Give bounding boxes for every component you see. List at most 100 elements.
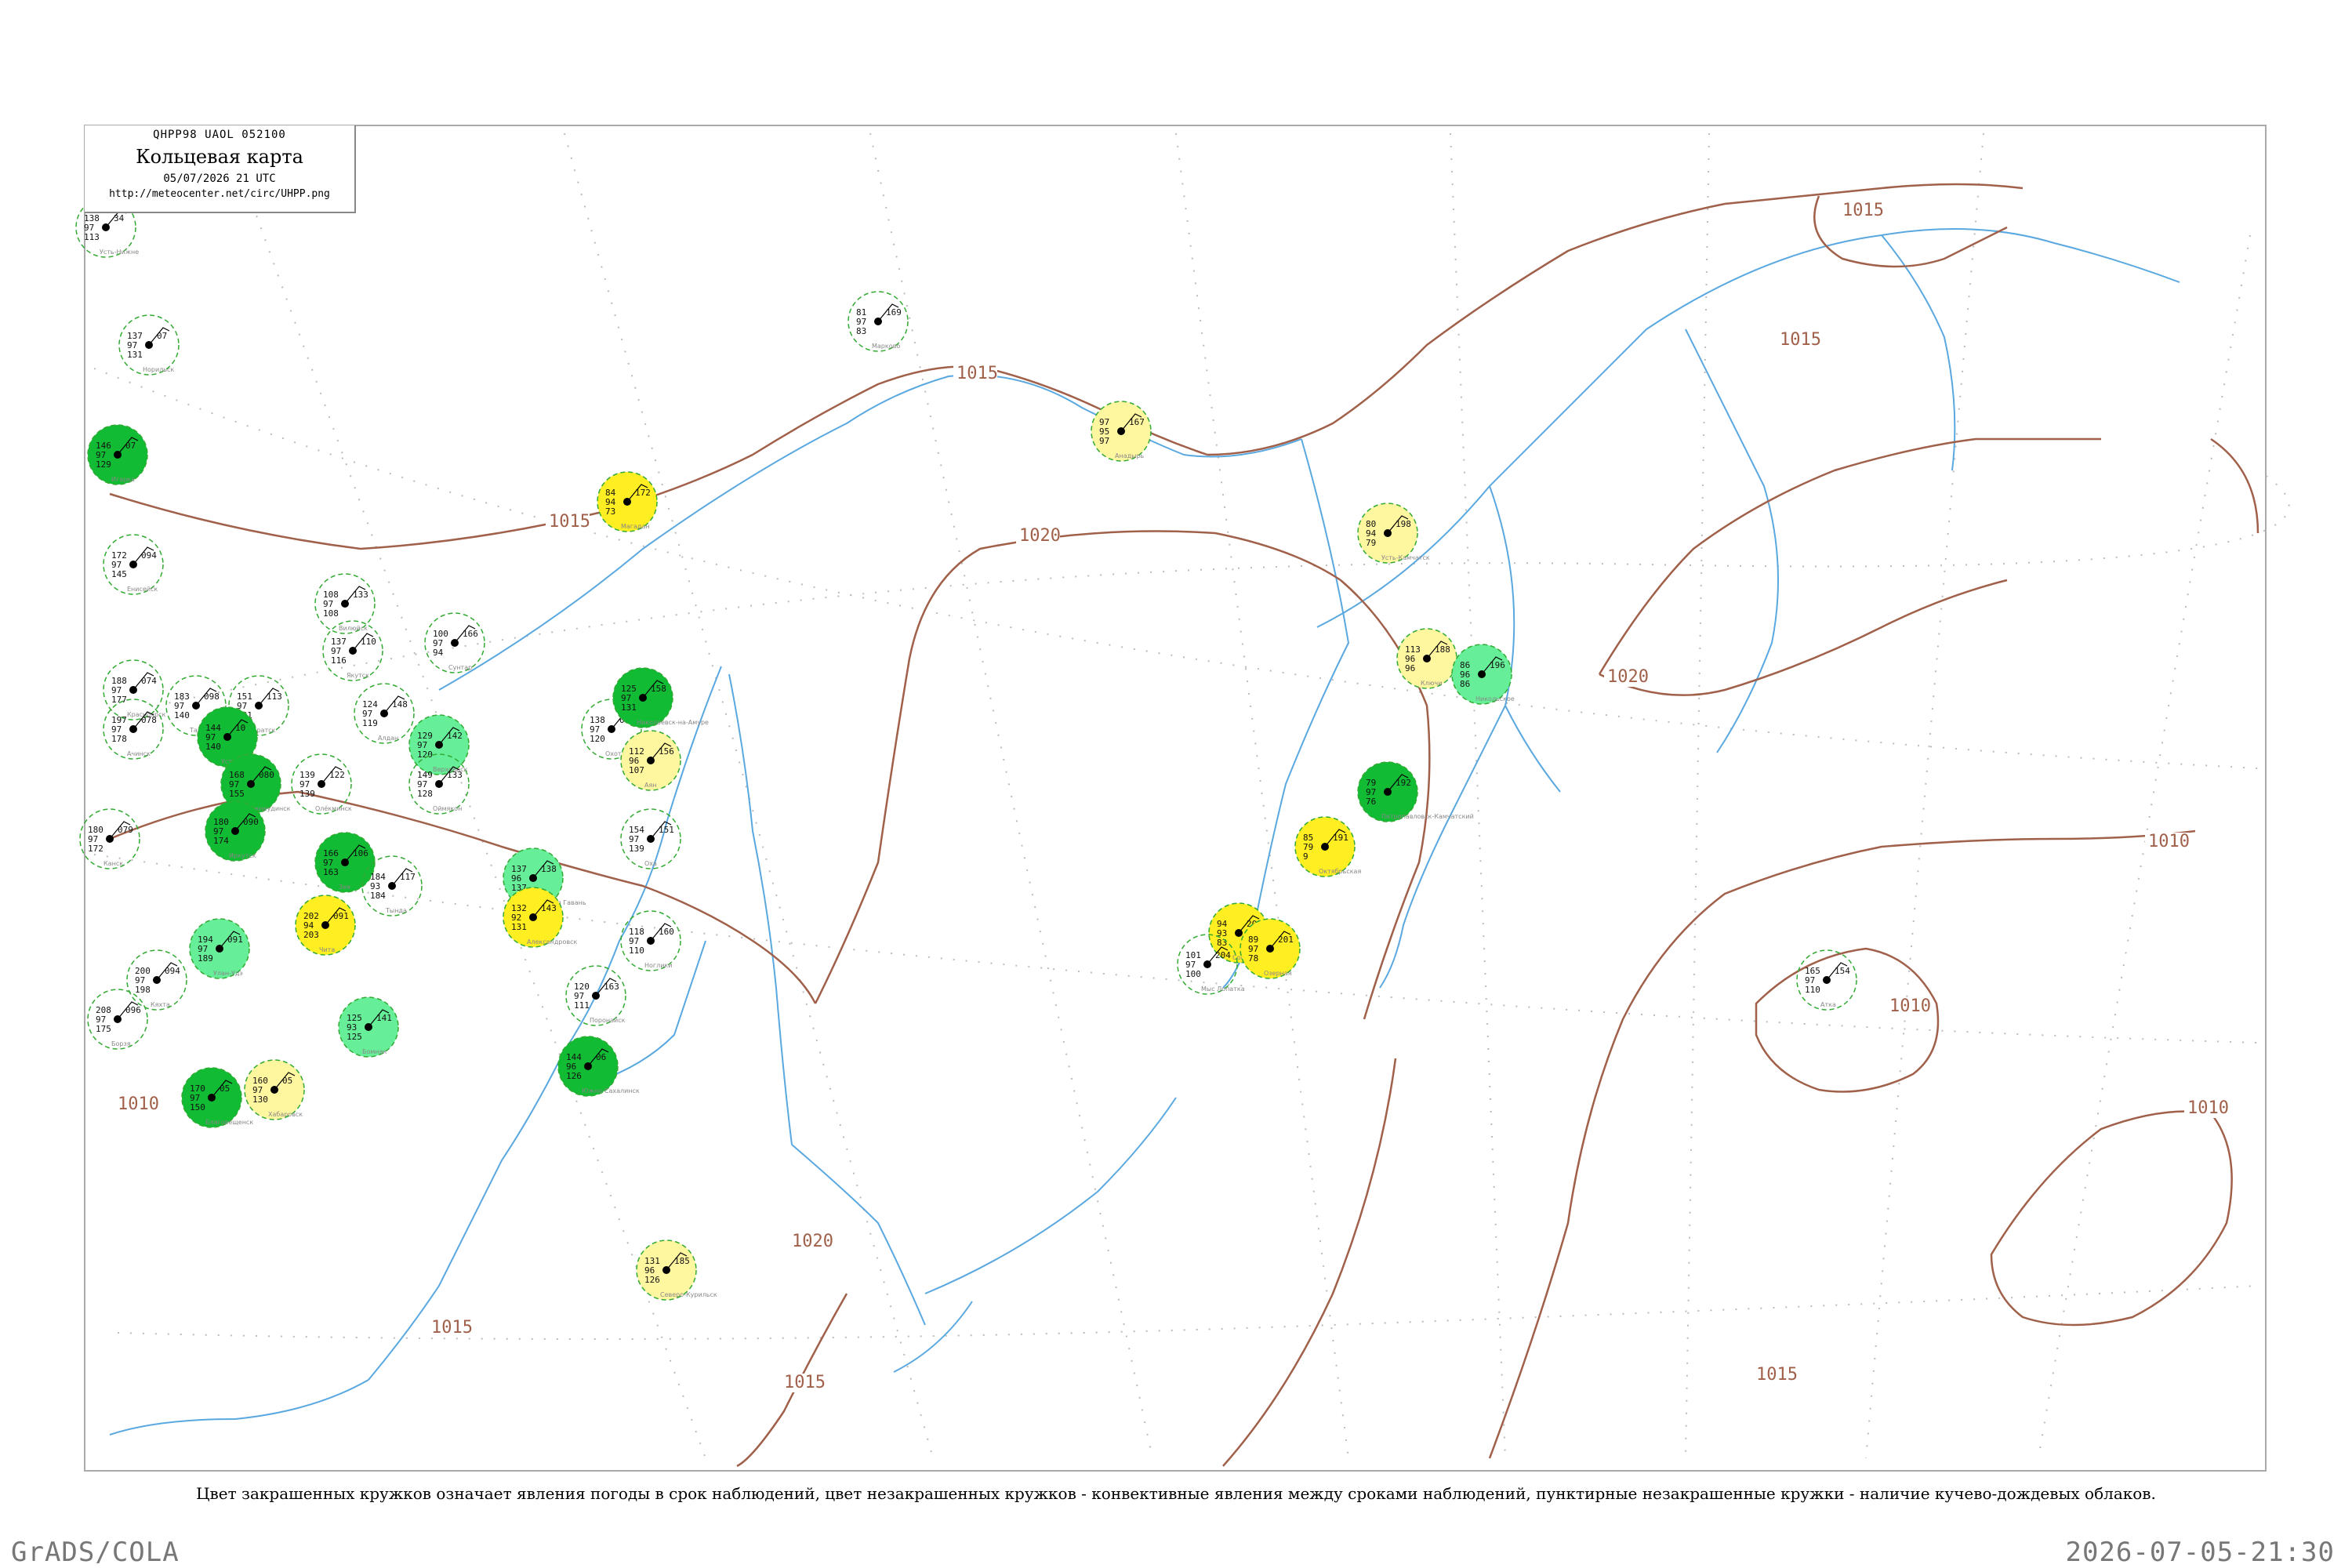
station-pressure: 05	[220, 1083, 230, 1094]
station-name: Якутск	[347, 672, 369, 679]
software-credit: GrADS/COLA	[11, 1537, 180, 1568]
station-dewpoint: 119	[362, 718, 378, 728]
station-pressure: 204	[1215, 950, 1231, 960]
isobar-label: 1010	[118, 1094, 159, 1114]
station-dewpoint: 175	[96, 1024, 111, 1034]
station-dewpoint: 131	[621, 702, 637, 713]
station-dewpoint: 73	[605, 506, 615, 517]
station-dewpoint: 131	[511, 922, 527, 932]
station-dewpoint: 130	[252, 1094, 268, 1105]
station-pressure: 158	[651, 684, 666, 694]
station-dewpoint: 97	[1099, 436, 1109, 446]
isobar-label: 1015	[1756, 1365, 1798, 1385]
station-dewpoint: 131	[127, 350, 143, 360]
station-name: Мыс Лопатка	[1201, 985, 1245, 993]
station-38: 84 1729473Магадан	[597, 471, 658, 532]
station-name: Усть-Нижне	[100, 249, 139, 256]
station-name: Марково	[872, 343, 900, 350]
station-dewpoint: 86	[1460, 679, 1470, 689]
station-pressure: 138	[541, 864, 557, 874]
station-pressure: 169	[886, 307, 902, 318]
map-datetime: 05/07/2026 21 UTC	[163, 172, 276, 185]
station-dewpoint: 163	[323, 867, 339, 877]
station-dewpoint: 155	[229, 789, 245, 799]
isobar-label: 1015	[956, 364, 998, 383]
station-name: Норильск	[143, 366, 174, 373]
station-pressure: 148	[392, 699, 408, 710]
station-name: Игарка	[111, 476, 135, 483]
station-dewpoint: 120	[590, 734, 605, 744]
station-pressure: 160	[659, 927, 674, 937]
station-pressure: 166	[463, 629, 478, 639]
station-dewpoint: 108	[323, 608, 339, 619]
station-name: Иркутск	[229, 852, 256, 859]
station-name: Магадан	[621, 523, 650, 530]
station-pressure: 122	[329, 770, 345, 780]
station-name: Ключи	[1421, 680, 1442, 687]
station-pressure: 07	[157, 331, 167, 341]
station-dewpoint: 184	[370, 891, 386, 901]
station-dewpoint: 83	[856, 326, 866, 336]
station-name: Благовещенск	[205, 1119, 253, 1126]
station-pressure: 080	[259, 770, 274, 780]
station-name: Алдан	[378, 735, 398, 742]
station-pressure: 113	[267, 691, 282, 702]
station-name: Озерная	[1264, 970, 1292, 977]
station-pressure: 106	[353, 848, 368, 858]
station-name: Александровск	[527, 938, 577, 946]
station-dewpoint: 111	[574, 1000, 590, 1011]
station-pressure: 191	[1333, 833, 1348, 843]
station-dewpoint: 129	[96, 459, 111, 470]
station-dewpoint: 79	[1366, 538, 1376, 548]
station-dewpoint: 110	[1805, 985, 1820, 995]
station-18: 160 0597130Хабаровск	[244, 1059, 305, 1120]
station-pressure: 201	[1278, 935, 1294, 945]
station-dewpoint: 139	[629, 844, 644, 854]
isobar-label: 1020	[1607, 667, 1649, 687]
station-13: 194 09197189Улан-Удэ	[189, 918, 250, 979]
station-name: Кяхта	[151, 1001, 170, 1008]
bulletin-code: QHPP98 UAOL 052100	[153, 129, 286, 141]
station-pressure: 094	[141, 550, 157, 561]
isobar-label: 1015	[1780, 330, 1821, 350]
station-dewpoint: 189	[198, 953, 213, 964]
isobar-label: 1020	[1019, 526, 1061, 546]
station-pressure: 074	[141, 676, 157, 686]
station-name: Оха	[644, 860, 657, 867]
station-30: 112 15696107Аян	[620, 730, 681, 791]
station-dewpoint: 126	[644, 1275, 660, 1285]
station-40: 97 1679597Анадырь	[1091, 401, 1152, 462]
generation-timestamp: 2026-07-05-21:30	[2065, 1537, 2335, 1568]
station-name: Енисейск	[127, 586, 158, 593]
legend-caption: Цвет закрашенных кружков означает явлени…	[196, 1484, 2156, 1503]
station-name: Канск	[103, 860, 123, 867]
station-pressure: 117	[400, 872, 416, 882]
station-dewpoint: 83	[1217, 938, 1227, 948]
station-27: 129 14297120Верхоянск	[408, 714, 470, 775]
station-name: Сунтар	[448, 664, 472, 671]
station-pressure: 078	[141, 715, 157, 725]
station-dewpoint: 198	[135, 985, 151, 995]
station-pressure: 110	[361, 637, 376, 647]
station-pressure: 133	[447, 770, 463, 780]
station-pressure: 156	[659, 746, 674, 757]
station-pressure: 167	[1129, 417, 1145, 427]
station-pressure: 196	[1490, 660, 1505, 670]
station-name: Зея	[339, 884, 350, 891]
map-url[interactable]: http://meteocenter.net/circ/UHPP.png	[85, 188, 354, 200]
isobar-label: 1015	[549, 512, 590, 532]
station-pressure: 091	[227, 935, 243, 945]
station-pressure: 079	[118, 825, 133, 835]
station-name: Поронайск	[590, 1017, 626, 1024]
station-43: 113 1889696Ключи	[1396, 628, 1457, 689]
station-dewpoint: 174	[213, 836, 229, 846]
station-pressure: 091	[333, 911, 349, 921]
station-dewpoint: 94	[433, 648, 444, 658]
station-name: Северо-Курильск	[660, 1291, 717, 1298]
station-dewpoint: 128	[417, 789, 433, 799]
station-pressure: 143	[541, 903, 557, 913]
station-dewpoint: 145	[111, 569, 127, 579]
station-dewpoint: 120	[417, 750, 433, 760]
station-20: 166 10697163Зея	[314, 832, 376, 893]
station-name: Чита	[319, 946, 335, 953]
